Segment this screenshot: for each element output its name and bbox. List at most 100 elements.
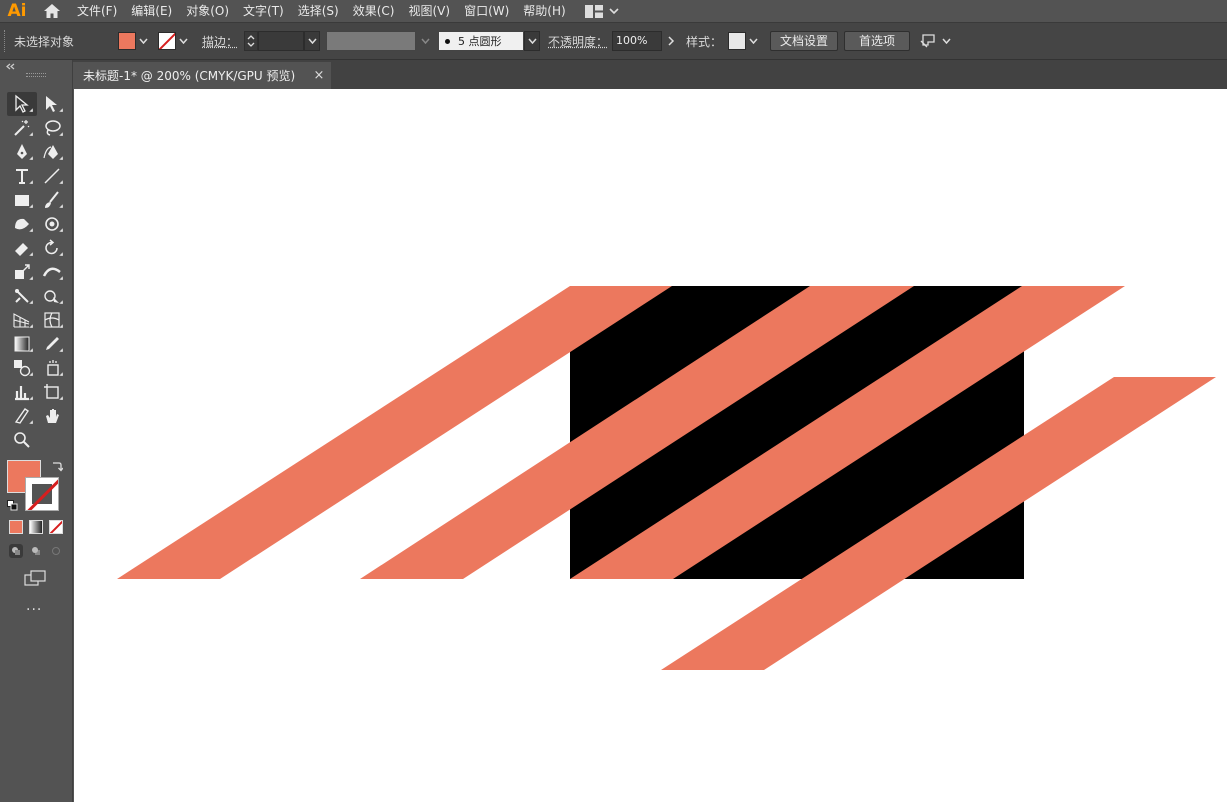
stroke-color-box[interactable] xyxy=(25,477,59,511)
type-tool[interactable] xyxy=(7,164,37,188)
perspective-grid-icon xyxy=(13,313,30,328)
rotate-icon xyxy=(45,239,58,255)
document-tab-bar: 未标题-1* @ 200% (CMYK/GPU 预览) × xyxy=(73,60,1227,89)
menu-type[interactable]: 文字(T) xyxy=(236,0,291,22)
shaper-tool[interactable] xyxy=(7,212,37,236)
brush-dropdown[interactable] xyxy=(524,31,541,51)
chevron-down-icon xyxy=(942,38,951,44)
menu-select[interactable]: 选择(S) xyxy=(291,0,346,22)
profile-dropdown[interactable] xyxy=(418,32,432,50)
shape-builder-tool[interactable] xyxy=(37,284,67,308)
zoom-tool[interactable] xyxy=(7,428,37,452)
line-segment-tool[interactable] xyxy=(37,164,67,188)
tool-row xyxy=(7,260,67,284)
tool-row xyxy=(7,332,67,356)
artboard-canvas[interactable] xyxy=(74,89,1227,802)
selection-tool[interactable] xyxy=(7,92,37,116)
lasso-tool[interactable] xyxy=(37,116,67,140)
gradient-mode-button[interactable] xyxy=(29,520,43,534)
opacity-label[interactable]: 不透明度： xyxy=(548,33,608,50)
color-mode-button[interactable] xyxy=(9,520,23,534)
default-fill-stroke-button[interactable] xyxy=(7,500,18,514)
menu-file[interactable]: 文件(F) xyxy=(70,0,124,22)
stroke-swatch[interactable] xyxy=(158,32,176,50)
pen-tool[interactable] xyxy=(7,140,37,164)
width-tool[interactable] xyxy=(37,260,67,284)
mesh-tool[interactable] xyxy=(37,308,67,332)
fill-dropdown[interactable] xyxy=(136,32,150,50)
tool-row xyxy=(7,92,67,116)
chevron-down-icon xyxy=(609,8,619,15)
draw-normal-button[interactable] xyxy=(9,544,23,558)
eyedropper-icon xyxy=(46,337,59,350)
magic-wand-tool[interactable] xyxy=(7,116,37,140)
scale-icon xyxy=(15,264,30,279)
opacity-slider-toggle[interactable] xyxy=(664,32,678,50)
stroke-label[interactable]: 描边： xyxy=(202,33,238,50)
graphic-style-dropdown[interactable] xyxy=(746,32,760,50)
column-graph-tool[interactable] xyxy=(7,380,37,404)
scale-tool[interactable] xyxy=(7,260,37,284)
draw-behind-button[interactable] xyxy=(29,544,43,558)
artboard-tool[interactable] xyxy=(37,380,67,404)
menu-view[interactable]: 视图(V) xyxy=(401,0,457,22)
direct-selection-tool[interactable] xyxy=(37,92,67,116)
paintbrush-tool[interactable] xyxy=(37,188,67,212)
arrange-documents-button[interactable] xyxy=(920,33,951,49)
menu-effect[interactable]: 效果(C) xyxy=(346,0,402,22)
artwork xyxy=(117,286,1216,670)
draw-inside-button[interactable] xyxy=(49,544,63,558)
opacity-input[interactable]: 100% xyxy=(612,31,663,51)
menu-window[interactable]: 窗口(W) xyxy=(457,0,516,22)
pen-icon xyxy=(17,144,27,159)
screen-mode-button[interactable] xyxy=(24,570,46,589)
column-graph-icon xyxy=(15,386,29,401)
zoom-icon xyxy=(14,432,30,448)
document-tab[interactable]: 未标题-1* @ 200% (CMYK/GPU 预览) × xyxy=(73,62,331,89)
fill-swatch[interactable] xyxy=(118,32,136,50)
edit-toolbar-button[interactable]: ... xyxy=(26,598,42,614)
menu-help[interactable]: 帮助(H) xyxy=(516,0,572,22)
eraser-tool[interactable] xyxy=(7,236,37,260)
tools-panel-grip[interactable] xyxy=(26,73,46,77)
default-colors-icon xyxy=(7,500,18,511)
control-bar-grip[interactable] xyxy=(4,30,10,52)
close-tab-button[interactable]: × xyxy=(312,68,326,83)
perspective-grid-tool[interactable] xyxy=(7,308,37,332)
graphic-style-swatch[interactable] xyxy=(728,32,747,50)
curvature-tool[interactable] xyxy=(37,140,67,164)
preferences-button[interactable]: 首选项 xyxy=(844,31,911,51)
stroke-weight-input[interactable] xyxy=(258,31,305,51)
style-label: 样式： xyxy=(686,34,723,49)
gradient-tool[interactable] xyxy=(7,332,37,356)
workspace-switcher[interactable] xyxy=(584,0,619,22)
blob-brush-tool[interactable] xyxy=(37,212,67,236)
brush-definition[interactable]: 5 点圆形 xyxy=(438,31,525,51)
stroke-weight-stepper[interactable] xyxy=(244,31,259,51)
variable-width-profile[interactable] xyxy=(326,31,417,51)
slice-tool[interactable] xyxy=(7,404,37,428)
hand-tool[interactable] xyxy=(37,404,67,428)
rotate-tool[interactable] xyxy=(37,236,67,260)
blend-tool[interactable] xyxy=(7,356,37,380)
line-segment-icon xyxy=(44,168,60,184)
menu-edit[interactable]: 编辑(E) xyxy=(124,0,179,22)
magic-wand-icon xyxy=(14,120,30,136)
stroke-dropdown[interactable] xyxy=(176,32,190,50)
swap-fill-stroke-button[interactable] xyxy=(51,460,64,475)
blend-icon xyxy=(14,360,31,377)
none-mode-button[interactable] xyxy=(49,520,63,534)
tools-collapse-button[interactable] xyxy=(0,60,72,72)
document-setup-button[interactable]: 文档设置 xyxy=(770,31,839,51)
direct-selection-icon xyxy=(46,96,57,112)
selection-icon xyxy=(15,94,29,113)
eyedropper-tool[interactable] xyxy=(37,332,67,356)
stroke-weight-dropdown[interactable] xyxy=(304,31,321,51)
menu-object[interactable]: 对象(O) xyxy=(179,0,236,22)
tool-row xyxy=(7,404,67,428)
rectangle-tool[interactable] xyxy=(7,188,37,212)
symbol-sprayer-tool[interactable] xyxy=(37,356,67,380)
swap-arrow-icon xyxy=(53,462,64,472)
free-transform-tool[interactable] xyxy=(7,284,37,308)
home-button[interactable] xyxy=(34,0,70,22)
